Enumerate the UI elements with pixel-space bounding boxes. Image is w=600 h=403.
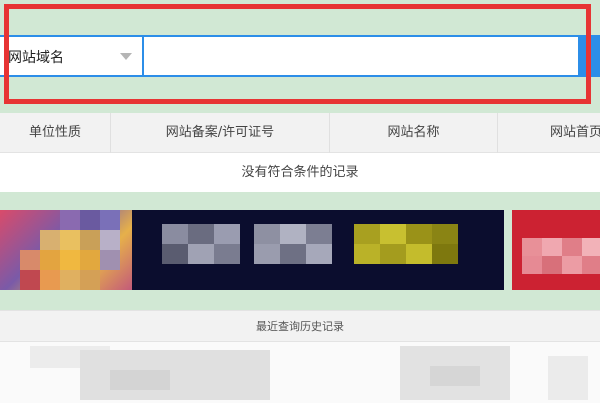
ad-banner-1[interactable] [0, 210, 132, 290]
column-header-license-number: 网站备案/许可证号 [111, 113, 330, 153]
ad-banner-3[interactable] [512, 210, 600, 290]
ad-banner-2[interactable] [132, 210, 504, 290]
column-header-site-name: 网站名称 [330, 113, 498, 153]
empty-results-message: 没有符合条件的记录 [0, 153, 600, 192]
history-section-title: 最近查询历史记录 [0, 310, 600, 342]
results-table-header: 单位性质 网站备案/许可证号 网站名称 网站首页 [0, 113, 600, 153]
highlight-frame [4, 4, 591, 104]
ad-banner-strip [0, 192, 600, 310]
search-panel: 网站域名 [0, 0, 600, 113]
history-list [0, 342, 600, 403]
column-header-unit-type: 单位性质 [0, 113, 111, 153]
column-header-homepage: 网站首页 [550, 125, 600, 140]
